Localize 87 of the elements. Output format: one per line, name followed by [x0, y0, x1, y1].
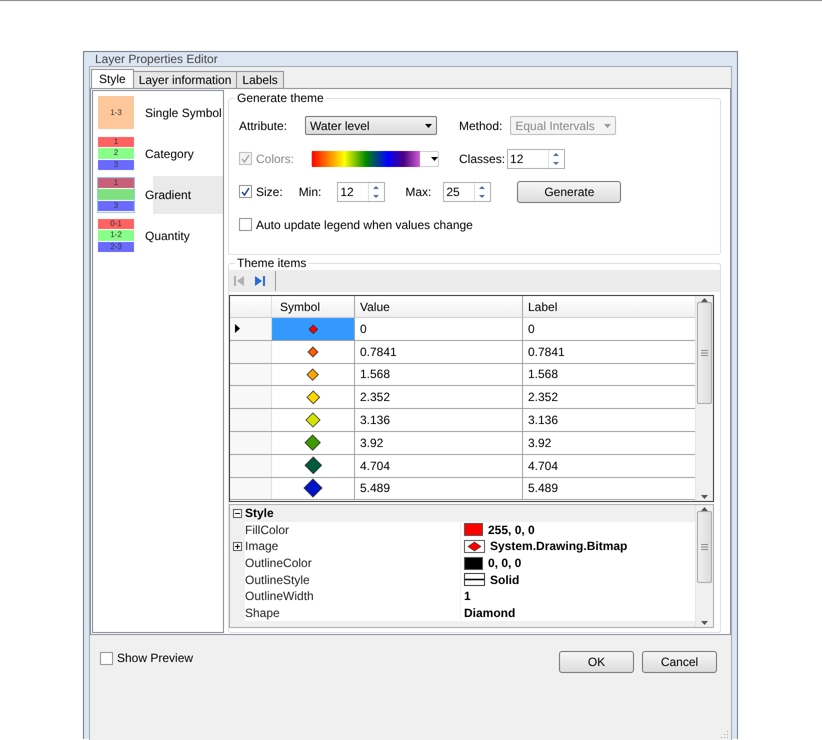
scroll-down-icon	[701, 621, 708, 625]
legend-swatch: 0-1	[98, 219, 134, 230]
table-cell: 1.568	[355, 364, 523, 386]
property-name: OutlineStyle	[245, 572, 310, 587]
table-cell-text: 0	[527, 320, 536, 338]
dropdown: Equal Intervals	[510, 116, 616, 135]
table-cell-text: 3.92	[527, 434, 552, 452]
property-value: Diamond	[464, 606, 516, 620]
checkbox-label: Size:	[256, 184, 283, 198]
tab[interactable]: Layer information	[132, 71, 238, 88]
generate-button[interactable]: Generate	[517, 180, 622, 202]
collapse-icon[interactable]	[233, 508, 242, 518]
checkbox[interactable]	[239, 218, 252, 231]
row-header[interactable]	[230, 318, 272, 340]
legend-swatch: 2	[98, 148, 134, 160]
tab[interactable]: Style	[91, 69, 134, 88]
property-value: Solid	[490, 572, 520, 587]
checkbox[interactable]	[100, 652, 113, 664]
scrollbar-thumb[interactable]	[697, 302, 712, 404]
table-cell-text: 4.704	[527, 458, 560, 475]
list-item[interactable]: 1-3 Single Symbol	[93, 94, 223, 132]
legend-swatch: 1-2	[98, 230, 134, 242]
table-cell: 3.136	[355, 409, 523, 431]
property-name: FillColor	[245, 522, 290, 537]
window-title: Layer Properties Editor	[95, 52, 218, 66]
checkbox-label: Colors:	[256, 152, 294, 166]
number-field[interactable]: 12	[507, 148, 566, 168]
field-label: Classes:	[459, 152, 506, 166]
number-field[interactable]: 25	[443, 182, 492, 202]
property-value: System.Drawing.Bitmap	[490, 539, 628, 554]
scrollbar-thumb[interactable]	[697, 511, 712, 583]
list-item[interactable]: 0-1 1-2 2-3 Quantity	[93, 217, 223, 255]
property-value: 0, 0, 0	[488, 556, 522, 570]
field-label: Attribute:	[239, 118, 288, 132]
checkbox[interactable]	[239, 185, 252, 198]
scroll-down-icon	[701, 495, 708, 499]
property-value: 1	[464, 589, 471, 604]
last-record-button[interactable]	[254, 275, 266, 287]
cancel-button[interactable]: Cancel	[642, 651, 717, 673]
category-header: Style	[245, 506, 274, 520]
expand-icon[interactable]	[233, 542, 242, 551]
property-name: Image	[245, 539, 278, 554]
table-cell-text: 1.568	[527, 366, 560, 384]
table-cell: 3.92	[355, 432, 523, 454]
legend-swatch: 1	[98, 178, 134, 190]
column-header[interactable]: Symbol	[272, 296, 355, 317]
legend-swatch: 3	[98, 200, 134, 212]
item-label: Single Symbol	[145, 106, 222, 120]
group-title: Generate theme	[235, 91, 326, 105]
ok-button[interactable]: OK	[559, 651, 634, 673]
field-label: Max:	[405, 184, 432, 198]
dropdown[interactable]: Water level	[305, 116, 437, 135]
property-name: Shape	[245, 606, 280, 620]
legend-swatch: 2-3	[98, 242, 134, 253]
field-label: Method:	[459, 118, 502, 132]
table-cell: 4.704	[355, 454, 523, 477]
table-cell-text: 5.489	[527, 480, 560, 498]
caret-icon	[425, 124, 432, 128]
table-cell: 2.352	[355, 386, 523, 408]
group-title: Theme items	[235, 256, 308, 270]
table-cell-text: 3.136	[527, 412, 560, 430]
field-label: Min:	[298, 184, 322, 198]
number-field[interactable]: 12	[337, 182, 386, 202]
checkbox-label: Show Preview	[117, 651, 194, 665]
table-cell: 0.7841	[355, 340, 523, 363]
resize-grip-icon	[719, 729, 729, 739]
property-value: 255, 0, 0	[488, 522, 535, 537]
table-cell-text: 0.7841	[527, 344, 566, 361]
legend-swatch: 1	[98, 137, 134, 148]
table-cell: 0	[355, 318, 523, 340]
item-label: Category	[145, 147, 194, 161]
color-ramp-dropdown[interactable]	[311, 150, 440, 166]
checkbox-label: Auto update legend when values change	[256, 218, 473, 232]
legend-swatch: 1-3	[98, 96, 134, 130]
item-label: Gradient	[145, 188, 192, 202]
list-item[interactable]: 1 2 3 Category	[93, 135, 223, 173]
tab[interactable]: Labels	[236, 71, 284, 88]
caret-icon	[604, 124, 612, 128]
column-header[interactable]: Value	[355, 296, 523, 317]
table-cell: 5.489	[355, 478, 523, 500]
property-name: OutlineColor	[245, 556, 312, 570]
caret-icon	[431, 156, 438, 160]
table-cell-text: 2.352	[527, 389, 560, 406]
property-name: OutlineWidth	[245, 589, 314, 604]
legend-swatch: 3	[98, 160, 134, 171]
row-pointer-icon	[235, 324, 240, 334]
item-label: Quantity	[145, 229, 190, 243]
